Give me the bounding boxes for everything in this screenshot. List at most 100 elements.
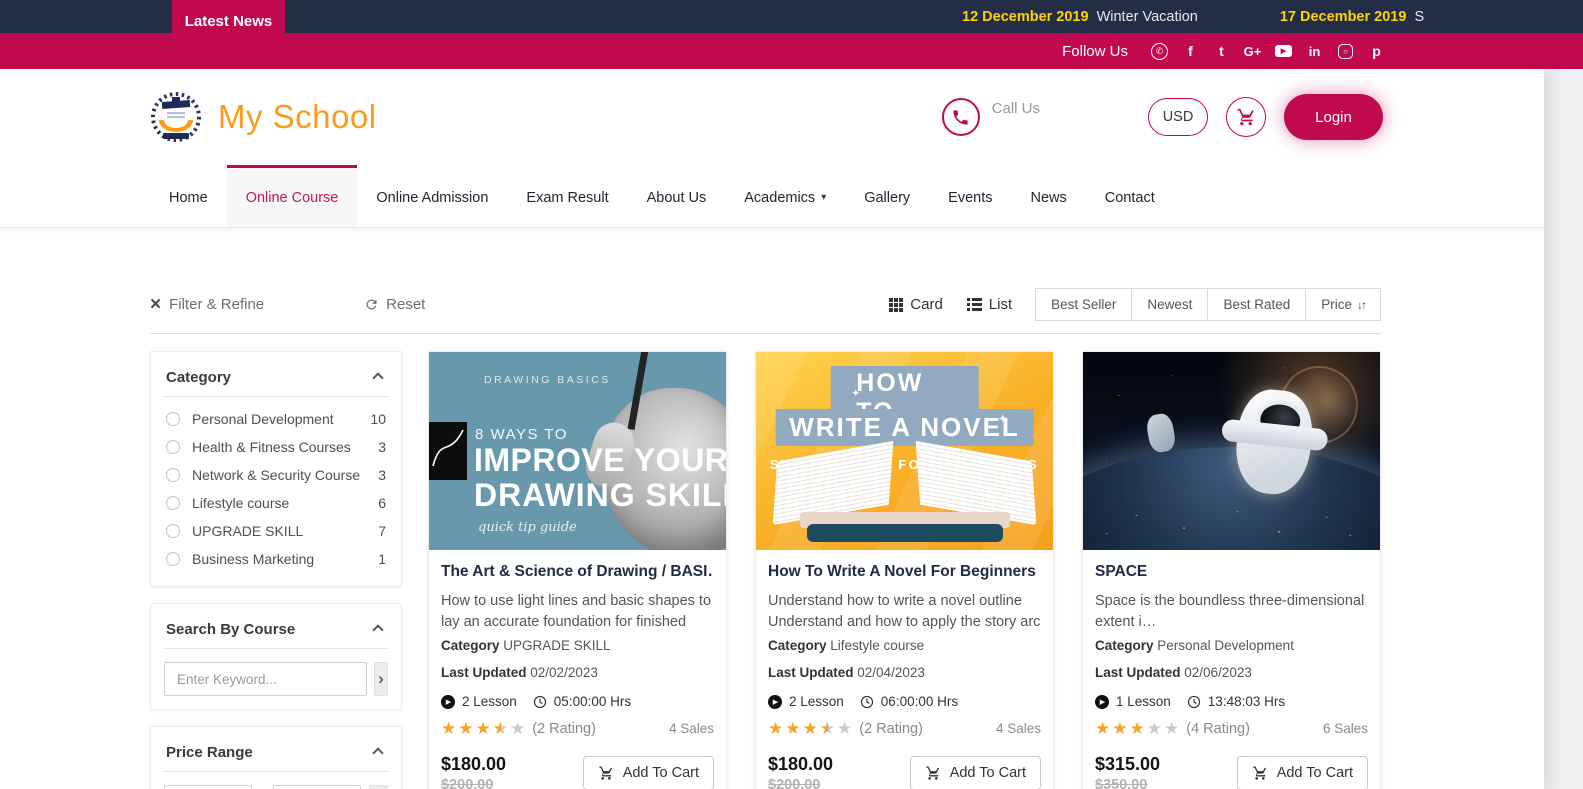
price-min-input[interactable] — [164, 785, 252, 789]
play-circle-icon: ▶ — [441, 694, 455, 709]
radio-icon[interactable] — [166, 552, 180, 566]
chevron-up-icon[interactable] — [372, 371, 384, 384]
course-thumbnail[interactable]: DRAWING BASICS 8 WAYS TO IMPROVE YOUR DR… — [429, 352, 726, 550]
nav-item[interactable]: Exam Result — [507, 165, 627, 227]
course-thumbnail[interactable] — [1083, 352, 1380, 550]
close-icon[interactable]: × — [150, 295, 161, 314]
course-title[interactable]: SPACE — [1095, 563, 1368, 581]
course-description: Understand how to write a novel outline … — [768, 593, 1041, 630]
nav-item[interactable]: Online Admission — [357, 165, 507, 227]
category-option[interactable]: UPGRADE SKILL 7 — [164, 517, 388, 545]
cart-button[interactable] — [1226, 97, 1266, 137]
cart-icon — [599, 766, 612, 780]
course-old-price: $350.00 — [1095, 777, 1148, 789]
lesson-count: ▶ 2 Lesson — [768, 694, 844, 709]
nav-item[interactable]: Home — [150, 165, 227, 227]
nav-item[interactable]: Academics ▾ — [725, 165, 845, 227]
grid-icon — [889, 297, 904, 312]
search-input[interactable] — [164, 662, 367, 696]
clock-icon — [860, 695, 873, 708]
radio-icon[interactable] — [166, 468, 180, 482]
pinterest-icon[interactable]: p — [1361, 43, 1392, 60]
refresh-icon — [364, 297, 379, 312]
sort-button[interactable]: Best Seller — [1035, 288, 1133, 321]
top-news-bar: Latest News 12 December 2019 Winter Vaca… — [0, 0, 1583, 42]
currency-selector[interactable]: USD — [1148, 98, 1208, 136]
add-to-cart-button[interactable]: Add To Cart — [1236, 756, 1368, 789]
radio-icon[interactable] — [166, 496, 180, 510]
cart-icon — [1237, 108, 1254, 126]
chevron-up-icon[interactable] — [372, 746, 384, 759]
youtube-icon[interactable]: ▶ — [1268, 43, 1299, 60]
category-option[interactable]: Personal Development 10 — [164, 405, 388, 433]
sort-button[interactable]: Best Rated — [1207, 288, 1307, 321]
reset-label: Reset — [386, 296, 426, 313]
category-option[interactable]: Lifestyle course 6 — [164, 489, 388, 517]
whatsapp-icon[interactable]: ✆ — [1144, 42, 1175, 60]
sort-arrows-icon: ↓↑ — [1357, 297, 1367, 312]
lesson-count: ▶ 1 Lesson — [1095, 694, 1171, 709]
search-submit-button[interactable]: › — [374, 662, 388, 696]
course-thumbnail[interactable]: HOW TO WRITE A NOVEL STEP BY STEP FOR BE… — [756, 352, 1053, 550]
nav-item[interactable]: Contact — [1086, 165, 1174, 227]
search-panel-title: Search By Course — [166, 621, 296, 638]
course-category-line: Category Lifestyle course — [768, 638, 925, 653]
chevron-up-icon[interactable] — [372, 623, 384, 636]
category-list: Personal Development 10 Health & Fitness… — [164, 397, 388, 573]
add-to-cart-button[interactable]: Add To Cart — [582, 756, 714, 789]
radio-icon[interactable] — [166, 412, 180, 426]
list-icon — [966, 298, 982, 311]
lesson-count: ▶ 2 Lesson — [441, 694, 517, 709]
star-icon: ★ — [785, 719, 801, 738]
facebook-icon[interactable]: f — [1175, 43, 1206, 60]
list-view-toggle[interactable]: List — [966, 296, 1012, 313]
course-duration: 13:48:03 Hrs — [1187, 694, 1285, 709]
filter-refine[interactable]: × Filter & Refine — [150, 295, 264, 314]
nav-item[interactable]: Events — [929, 165, 1011, 227]
sort-button[interactable]: Price ↓↑ — [1305, 288, 1381, 321]
nav-item[interactable]: Online Course — [226, 165, 358, 227]
instagram-icon[interactable]: ○ — [1330, 43, 1361, 60]
card-view-toggle[interactable]: Card — [889, 296, 943, 313]
radio-icon[interactable] — [166, 524, 180, 538]
course-description: Space is the boundless three-dimensional… — [1095, 593, 1365, 630]
sort-button[interactable]: Newest — [1131, 288, 1209, 321]
course-card: HOW TO WRITE A NOVEL STEP BY STEP FOR BE… — [755, 351, 1054, 789]
play-circle-icon: ▶ — [1095, 694, 1109, 709]
news-ticker-item[interactable]: 12 December 2019 Winter Vacation — [962, 9, 1198, 25]
reset-button[interactable]: Reset — [364, 296, 425, 313]
clock-icon — [1187, 695, 1200, 708]
category-option[interactable]: Health & Fitness Courses 3 — [164, 433, 388, 461]
page-shell: My School Call Us USD Login Home Online … — [0, 69, 1544, 789]
course-category-line: Category Personal Development — [1095, 638, 1294, 653]
star-icon: ★ ★ — [819, 719, 835, 738]
star-icon: ★ — [510, 719, 526, 738]
call-us[interactable]: Call Us — [941, 98, 1040, 136]
linkedin-icon[interactable]: in — [1299, 43, 1330, 60]
star-icon: ★ — [802, 719, 818, 738]
news-ticker: 12 December 2019 Winter Vacation 17 Dece… — [962, 0, 1424, 33]
google-plus-icon[interactable]: G+ — [1237, 43, 1268, 60]
category-option[interactable]: Business Marketing 1 — [164, 545, 388, 573]
course-card: SPACE Space is the boundless three-dimen… — [1082, 351, 1381, 789]
add-to-cart-button[interactable]: Add To Cart — [909, 756, 1041, 789]
category-count: 10 — [370, 411, 386, 427]
course-updated-line: Last Updated 02/06/2023 — [1095, 665, 1252, 680]
price-max-input[interactable] — [272, 785, 361, 789]
site-header: My School Call Us USD Login — [0, 69, 1544, 165]
news-ticker-item[interactable]: 17 December 2019 S — [1280, 9, 1424, 25]
category-option[interactable]: Network & Security Course 3 — [164, 461, 388, 489]
nav-item[interactable]: News — [1012, 165, 1086, 227]
nav-item[interactable]: Gallery — [845, 165, 929, 227]
category-count: 6 — [378, 495, 386, 511]
price-filter-button[interactable]: › — [368, 785, 388, 789]
course-title[interactable]: How To Write A Novel For Beginners — [768, 563, 1041, 581]
category-count: 7 — [378, 523, 386, 539]
site-logo[interactable]: My School — [150, 91, 377, 143]
nav-item[interactable]: About Us — [628, 165, 726, 227]
twitter-icon[interactable]: t — [1206, 43, 1237, 60]
course-title[interactable]: The Art & Science of Drawing / BASI… — [441, 563, 714, 581]
sales-count: 4 Sales — [668, 721, 714, 736]
login-button[interactable]: Login — [1284, 94, 1383, 140]
radio-icon[interactable] — [166, 440, 180, 454]
